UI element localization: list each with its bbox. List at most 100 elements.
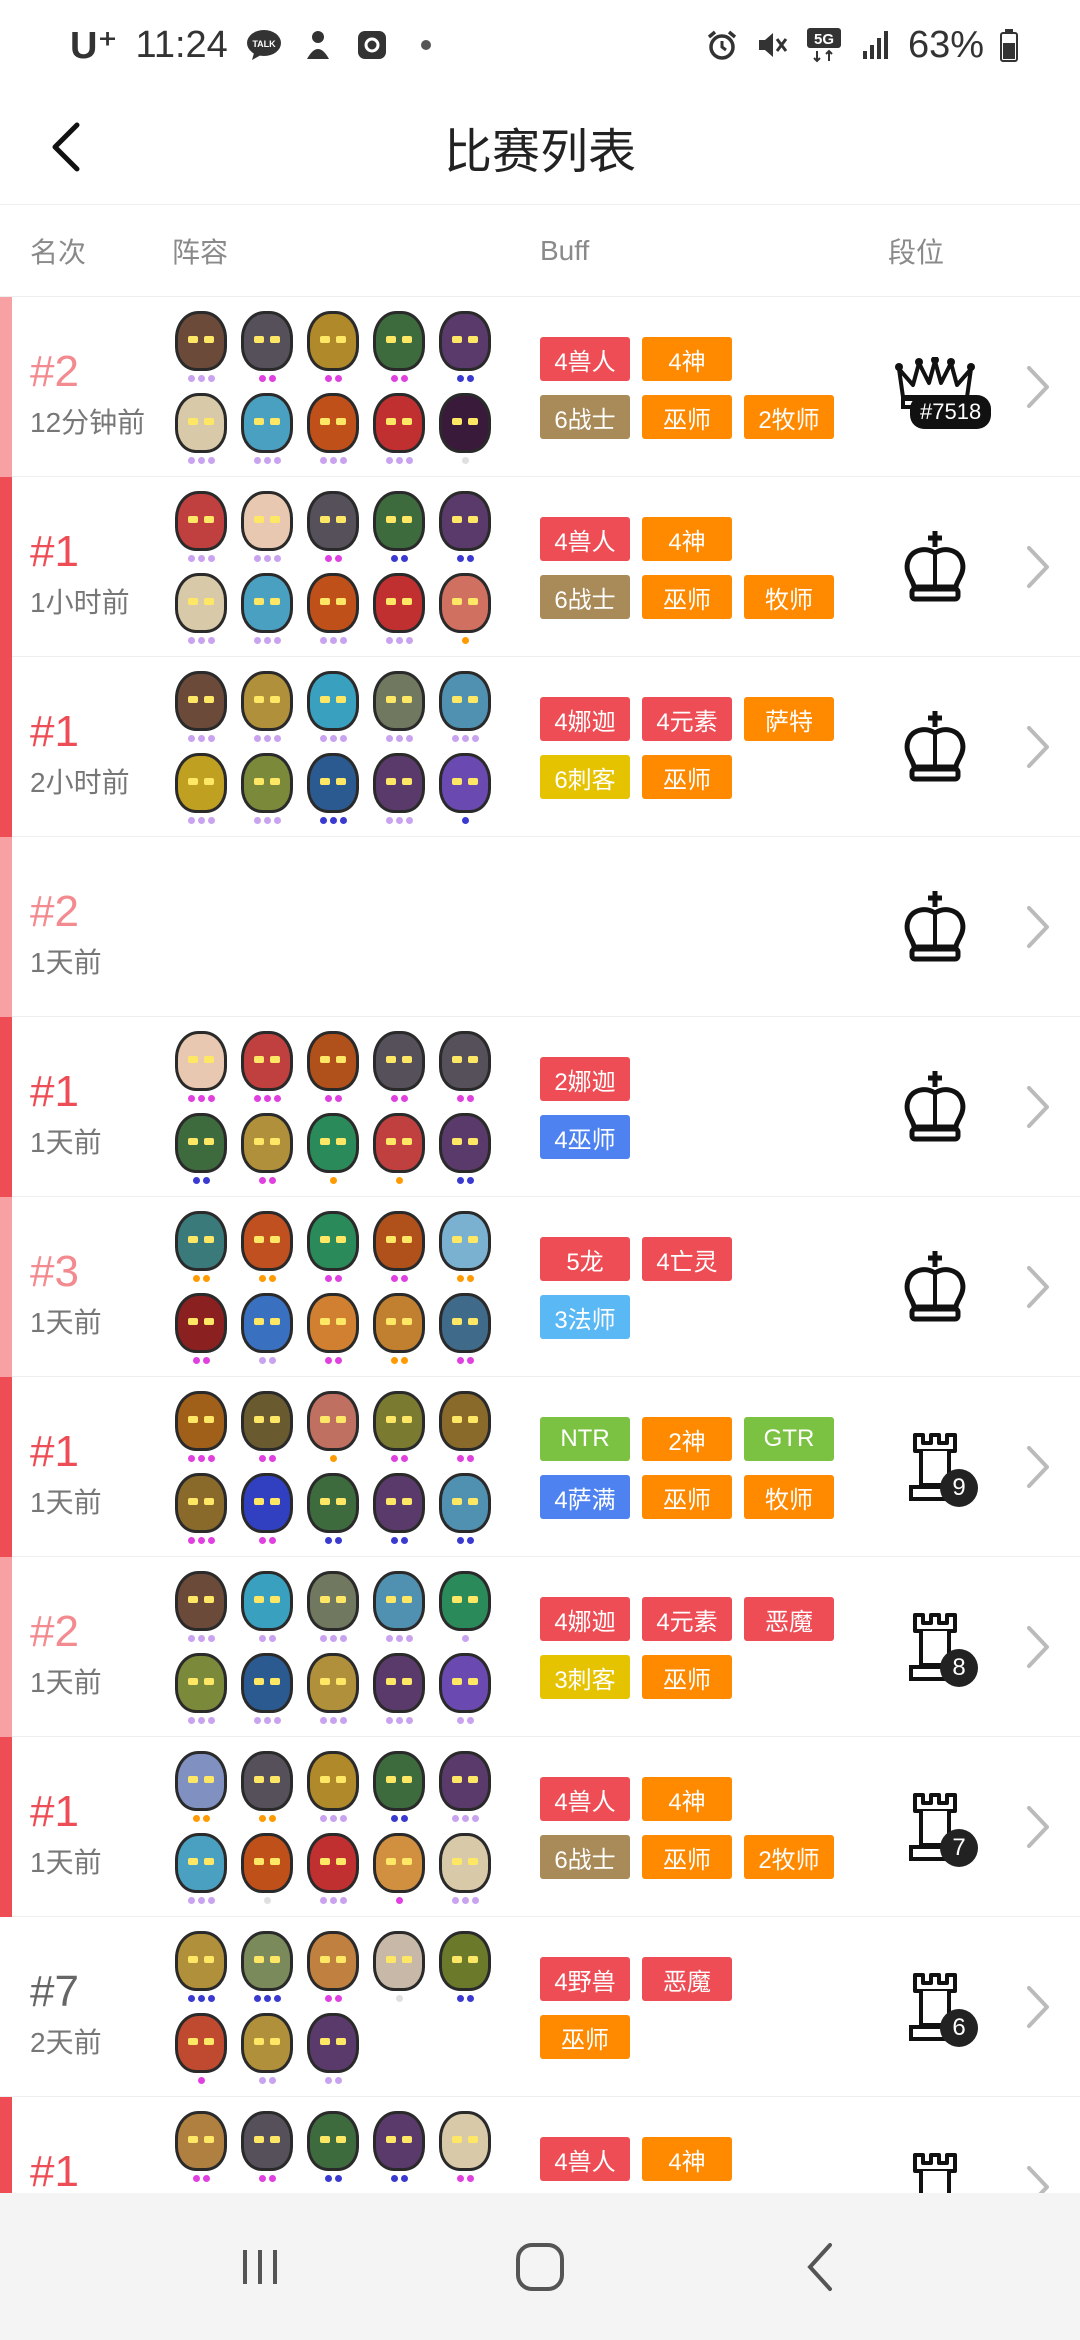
hero-portrait bbox=[304, 1931, 362, 2007]
match-rank: #1 bbox=[30, 2147, 79, 2193]
chevron-right-icon[interactable] bbox=[1018, 1619, 1058, 1675]
star-dot bbox=[207, 1635, 215, 1642]
buff-tag: 5龙 bbox=[540, 1237, 630, 1281]
star-dot bbox=[395, 817, 403, 824]
chevron-right-icon[interactable] bbox=[1018, 2159, 1058, 2193]
hero-lineup bbox=[172, 491, 512, 649]
star-dot bbox=[253, 817, 261, 824]
hero-face-icon bbox=[241, 1391, 293, 1451]
home-icon bbox=[516, 2242, 564, 2291]
star-dot bbox=[202, 1177, 210, 1184]
match-rank: #1 bbox=[30, 707, 79, 756]
hero-face-icon bbox=[373, 1211, 425, 1271]
back-button[interactable] bbox=[30, 112, 100, 182]
hero-face-icon bbox=[373, 2111, 425, 2171]
tier-badge: 9 bbox=[880, 1427, 990, 1507]
star-dot bbox=[207, 1537, 215, 1544]
hero-face-icon bbox=[175, 1293, 227, 1353]
nav-back-button[interactable] bbox=[775, 2222, 865, 2312]
hero-portrait bbox=[238, 1833, 296, 1909]
match-row[interactable]: #2 1天前 bbox=[0, 837, 1080, 1017]
buff-tag: 2娜迦 bbox=[540, 1057, 630, 1101]
match-row[interactable]: #3 1天前 5龙 4亡灵 3法师 bbox=[0, 1197, 1080, 1377]
star-dot bbox=[390, 1537, 398, 1544]
alarm-icon bbox=[704, 27, 740, 63]
hero-portrait bbox=[370, 393, 428, 469]
chevron-right-icon[interactable] bbox=[1018, 1259, 1058, 1315]
chevron-right-icon[interactable] bbox=[1018, 359, 1058, 415]
hero-star-level bbox=[370, 1995, 428, 2002]
match-row[interactable]: #2 12分钟前 4兽人 4神 6战士 巫师 2牧师 #7518 bbox=[0, 297, 1080, 477]
star-dot bbox=[268, 1357, 276, 1364]
star-dot bbox=[273, 1995, 281, 2002]
star-dot bbox=[466, 1357, 474, 1364]
hero-face-icon bbox=[373, 1031, 425, 1091]
star-dot bbox=[263, 1897, 271, 1904]
chevron-right-icon[interactable] bbox=[1018, 1799, 1058, 1855]
star-dot bbox=[329, 1717, 337, 1724]
result-indicator-bar bbox=[0, 477, 12, 657]
match-row[interactable]: #1 1天前 4兽人 4神 6战士 巫师 2牧师 7 bbox=[0, 1737, 1080, 1917]
hero-face-icon bbox=[307, 1931, 359, 1991]
match-row[interactable]: #2 1天前 4娜迦 4元素 恶魔 3刺客 巫师 8 bbox=[0, 1557, 1080, 1737]
clock: 11:24 bbox=[135, 23, 228, 66]
hero-face-icon bbox=[241, 2111, 293, 2171]
hero-star-level bbox=[370, 1095, 428, 1102]
hero-portrait bbox=[172, 1833, 230, 1909]
result-indicator-bar bbox=[0, 837, 12, 1017]
star-dot bbox=[273, 735, 281, 742]
chevron-right-icon[interactable] bbox=[1018, 1079, 1058, 1135]
hero-portrait bbox=[304, 1473, 362, 1549]
match-row[interactable]: #1 1天前 NTR 2神 GTR 4萨满 巫师 牧师 9 bbox=[0, 1377, 1080, 1557]
match-row[interactable]: #1 2小时前 4娜迦 4元素 萨特 6刺客 巫师 bbox=[0, 657, 1080, 837]
hero-face-icon bbox=[373, 1751, 425, 1811]
match-row[interactable]: #1 4兽人 4神 bbox=[0, 2097, 1080, 2193]
hero-star-level bbox=[172, 1995, 230, 2002]
star-dot bbox=[324, 1357, 332, 1364]
match-row[interactable]: #7 2天前 4野兽 恶魔 巫师 6 bbox=[0, 1917, 1080, 2097]
hero-face-icon bbox=[241, 1833, 293, 1893]
hero-star-level bbox=[304, 1537, 362, 1544]
hero-star-level bbox=[436, 1095, 494, 1102]
star-dot bbox=[268, 1635, 276, 1642]
buff-tag: 2牧师 bbox=[744, 1835, 834, 1879]
match-time: 1天前 bbox=[30, 1847, 102, 1878]
chevron-right-icon[interactable] bbox=[1018, 1439, 1058, 1495]
buff-tag: 6战士 bbox=[540, 1835, 630, 1879]
hero-star-level bbox=[238, 1357, 296, 1364]
star-dot bbox=[263, 457, 271, 464]
star-dot bbox=[400, 1537, 408, 1544]
tier-badge bbox=[880, 1067, 990, 1147]
hero-portrait bbox=[304, 311, 362, 387]
match-rank: #2 bbox=[30, 1607, 79, 1656]
star-dot bbox=[268, 1177, 276, 1184]
hero-face-icon bbox=[439, 491, 491, 551]
recent-apps-button[interactable] bbox=[215, 2222, 305, 2312]
result-indicator-bar bbox=[0, 1017, 12, 1197]
star-dot bbox=[329, 1815, 337, 1822]
match-row[interactable]: #1 1天前 2娜迦 4巫师 bbox=[0, 1017, 1080, 1197]
hero-portrait bbox=[370, 1473, 428, 1549]
star-dot bbox=[329, 735, 337, 742]
star-dot bbox=[319, 637, 327, 644]
star-dot bbox=[192, 1275, 200, 1282]
star-dot bbox=[461, 1815, 469, 1822]
star-dot bbox=[187, 1095, 195, 1102]
hero-face-icon bbox=[175, 1751, 227, 1811]
star-dot bbox=[202, 1357, 210, 1364]
star-dot bbox=[319, 457, 327, 464]
hero-star-level bbox=[304, 1455, 362, 1462]
chevron-right-icon[interactable] bbox=[1018, 539, 1058, 595]
chevron-right-icon[interactable] bbox=[1018, 899, 1058, 955]
star-dot bbox=[197, 735, 205, 742]
hero-star-level bbox=[436, 817, 494, 824]
star-dot bbox=[385, 817, 393, 824]
match-row[interactable]: #1 1小时前 4兽人 4神 6战士 巫师 牧师 bbox=[0, 477, 1080, 657]
hero-face-icon bbox=[439, 1571, 491, 1631]
chevron-right-icon[interactable] bbox=[1018, 719, 1058, 775]
buff-tag: 4神 bbox=[642, 2137, 732, 2181]
star-dot bbox=[207, 375, 215, 382]
chevron-right-icon[interactable] bbox=[1018, 1979, 1058, 2035]
home-button[interactable] bbox=[495, 2222, 585, 2312]
star-dot bbox=[187, 555, 195, 562]
